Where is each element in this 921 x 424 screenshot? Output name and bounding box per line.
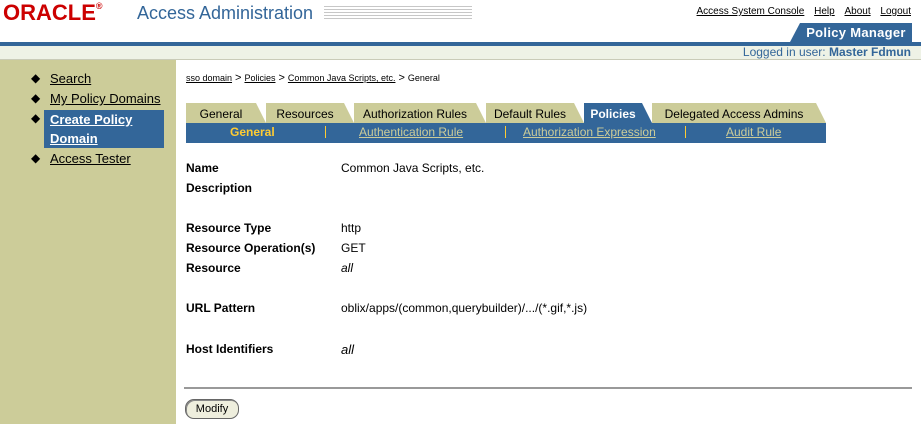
app-title: Access Administration [137,3,314,23]
resource-operations-value: GET [341,241,366,255]
main-content: sso domain > Policies > Common Java Scripts,… [176,60,921,424]
sidebar-item-label[interactable]: Access Tester [50,149,131,169]
subtab-authentication-rule[interactable]: Authentication Rule [359,123,463,141]
global-links: Access System Console Help About Logout [690,6,911,18]
sidebar-item-label[interactable]: Search [50,69,91,89]
breadcrumb-separator: > [278,72,285,84]
resource-type-label: Resource Type [186,221,272,235]
resource-value: all [341,261,354,275]
breadcrumb-policy[interactable]: Common Java Scripts, etc. [288,73,396,83]
tab-bar: General Resources Authorization Rules De… [186,103,826,123]
access-system-console-link[interactable]: Access System Console [697,6,805,17]
subtab-authorization-expression[interactable]: Authorization Expression [523,123,656,141]
policy-manager-tab[interactable]: Policy Manager [790,23,912,42]
tab-resources[interactable]: Resources [266,103,354,123]
oracle-logo: ORACLE® [3,1,103,25]
tab-default-rules[interactable]: Default Rules [486,103,584,123]
breadcrumb-separator: > [235,72,242,84]
subtab-divider [685,126,686,138]
url-pattern-value: oblix/apps/(common,querybuilder)/.../(*.… [341,301,588,315]
breadcrumb-sso-domain[interactable]: sso domain [186,73,232,83]
subtab-divider [325,126,326,138]
sidebar-item-label-line2: Domain [50,131,98,146]
breadcrumb-policies[interactable]: Policies [244,73,275,83]
logged-in-user: Logged in user: Master Fdmun [743,44,911,60]
url-pattern-label: URL Pattern [186,301,256,315]
resource-operations-label: Resource Operation(s) [186,241,316,255]
sidebar-item-label-line1: Create Policy [50,112,133,127]
help-link[interactable]: Help [814,6,835,17]
title-decoration [324,6,472,20]
tab-general[interactable]: General [186,103,266,123]
sidebar-item-label[interactable]: My Policy Domains [50,89,161,109]
modify-button[interactable]: Modify [185,399,239,419]
subtab-general[interactable]: General [230,123,275,141]
breadcrumb-current: General [407,73,440,83]
description-label: Description [186,181,253,195]
logout-link[interactable]: Logout [880,6,911,17]
breadcrumb: sso domain > Policies > Common Java Scripts,… [186,71,440,85]
logo-text: ORACLE [3,0,96,25]
user-bar: Logged in user: Master Fdmun [0,44,921,60]
bullet-icon: ◆ [31,71,41,85]
breadcrumb-separator: > [398,72,405,84]
content-divider [184,387,912,389]
resource-label: Resource [186,261,241,275]
resource-type-value: http [341,221,362,235]
bullet-icon: ◆ [31,111,41,125]
subtab-audit-rule[interactable]: Audit Rule [726,123,781,141]
logged-in-label: Logged in user: [742,45,826,59]
sidebar: ◆ Search ◆ My Policy Domains ◆ Create Po… [0,60,176,424]
sidebar-item-label[interactable]: Create Policy Domain [50,110,132,148]
tab-authorization-rules[interactable]: Authorization Rules [354,103,486,123]
logged-in-username: Master Fdmun [828,45,911,59]
name-value: Common Java Scripts, etc. [341,161,485,175]
tab-policies[interactable]: Policies [584,103,652,123]
subtab-bar: General Authentication Rule Authorizatio… [186,123,826,143]
subtab-divider [505,126,506,138]
tab-delegated-access-admins[interactable]: Delegated Access Admins [652,103,826,123]
host-identifiers-label: Host Identifiers [186,342,274,356]
registered-mark: ® [95,1,103,11]
name-label: Name [186,161,219,175]
about-link[interactable]: About [844,6,870,17]
bullet-icon: ◆ [31,91,41,105]
page-header: ORACLE® Access Administration Access Sys… [0,0,921,60]
host-identifiers-value: all [341,342,355,357]
bullet-icon: ◆ [31,151,41,165]
